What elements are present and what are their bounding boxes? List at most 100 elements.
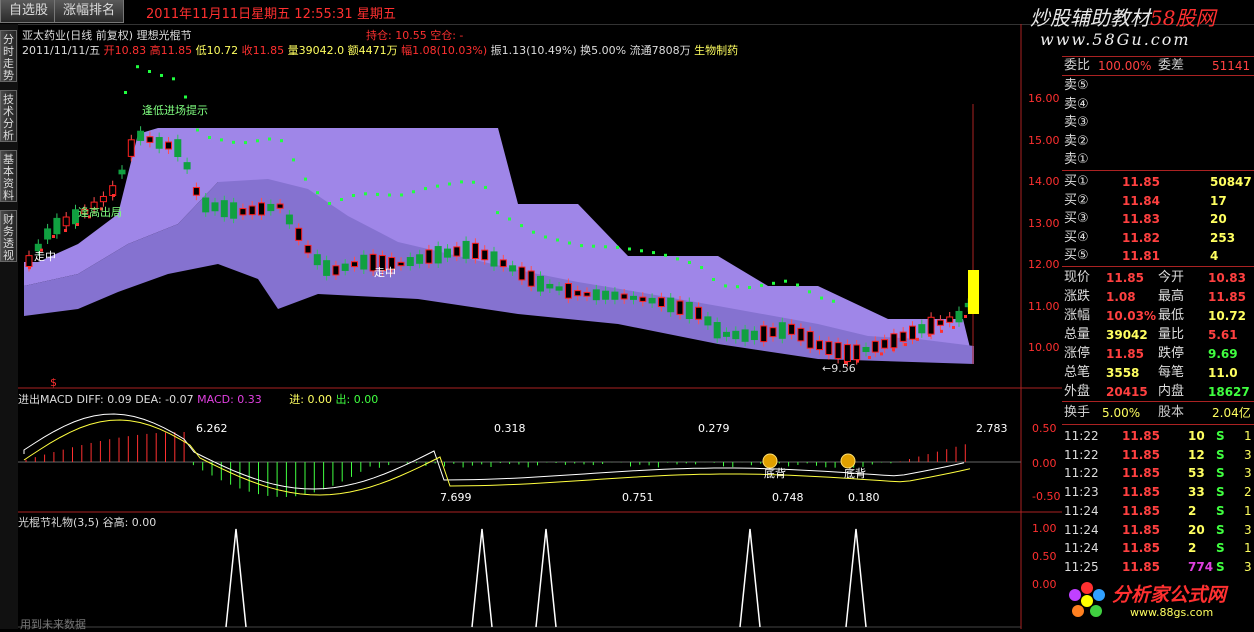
trend-dot (820, 296, 823, 300)
stats-row: 涨停 11.85 跌停 9.69 (1062, 345, 1254, 363)
candle-body (267, 203, 275, 212)
candle-body (285, 214, 293, 225)
trend-dot (220, 138, 223, 142)
tick-volume: 2 (1188, 503, 1197, 518)
trend-dot (544, 235, 547, 239)
candle-body (853, 344, 861, 361)
tick-row: 11:24 11.85 2 S 1 (1062, 539, 1254, 557)
stat-label: 现价 (1064, 270, 1091, 285)
candle-body (537, 275, 544, 292)
buy-label: 买④ (1064, 229, 1089, 245)
gift-spike (225, 528, 247, 628)
tick-count: 1 (1244, 503, 1252, 518)
candle-body (769, 327, 777, 338)
tick-price: 11.85 (1122, 503, 1160, 518)
candle-body (583, 291, 591, 297)
sidetab-fundamentals[interactable]: 基本资料 (0, 150, 17, 202)
tick-time: 11:22 (1064, 429, 1099, 443)
gift-spike (471, 528, 493, 628)
candle-body (862, 346, 870, 353)
tab-watchlist[interactable]: 自选股 (0, 0, 58, 23)
candle-body (713, 322, 721, 339)
site-logo: 分析家公式网 www.88gs.com (1064, 578, 1254, 626)
candle-body (360, 254, 368, 270)
price-tick-11: 11.00 (1028, 300, 1060, 313)
candle-body (750, 330, 758, 341)
candle-body (220, 200, 228, 218)
trend-dot (340, 198, 343, 201)
high-label: 高11.85 (149, 44, 193, 57)
candle-body (899, 331, 907, 342)
tick-count: 1 (1244, 541, 1252, 556)
entry-hint: 逢低进场提示 (142, 104, 208, 117)
trend-dot (388, 193, 391, 197)
stats-row: 涨跌 1.08 最高 11.85 (1062, 288, 1254, 306)
candle-body (732, 330, 740, 340)
trend-dot (532, 230, 535, 234)
candle-body (695, 306, 703, 320)
candle-body (918, 324, 926, 334)
candle-body (127, 139, 135, 157)
trend-dot (772, 281, 775, 285)
price-tick-13: 13.00 (1028, 217, 1060, 230)
buy-volume: 4 (1210, 249, 1219, 263)
sidetab-intraday[interactable]: 分时走势 (0, 30, 17, 82)
stat-label: 涨幅 (1064, 308, 1091, 323)
candle-body (62, 216, 70, 227)
tick-time: 11:24 (1064, 522, 1099, 537)
trend-dot (724, 284, 727, 288)
trend-dot (112, 194, 115, 197)
candle-body (239, 208, 247, 216)
buy-volume: 20 (1210, 212, 1227, 226)
tick-price: 11.85 (1122, 466, 1160, 481)
tick-time: 11:24 (1064, 541, 1099, 556)
stat-value-2: 5.61 (1208, 328, 1238, 342)
tab-gain-ranking[interactable]: 涨幅排名 (54, 0, 125, 23)
candle-body (202, 197, 210, 213)
stat-label: 总量 (1064, 327, 1091, 342)
trend-dot (316, 191, 319, 195)
candle-body (518, 266, 526, 281)
buy-row: 买④ 11.82 253 (1062, 229, 1254, 247)
macd-label-3: 0.279 (698, 422, 730, 435)
candle-body (946, 316, 954, 323)
tick-side: S (1216, 466, 1225, 481)
trend-dot (556, 238, 559, 242)
trend-dot (184, 95, 187, 99)
price-tick-15: 15.00 (1028, 134, 1060, 147)
candle-body (657, 297, 665, 308)
trend-dot (604, 245, 607, 249)
candle-body (574, 290, 582, 297)
open-label: 开10.83 (103, 44, 147, 57)
candle-body (211, 202, 219, 212)
candle-body (304, 244, 312, 254)
candle-body (25, 255, 33, 268)
candle-body (276, 203, 284, 209)
buy-price: 11.85 (1122, 175, 1160, 189)
candle-body (137, 130, 145, 141)
volume-label: 量39042.0 (287, 44, 345, 57)
candle-body (760, 325, 768, 343)
tick-side: S (1216, 503, 1225, 518)
candle-body (118, 169, 126, 175)
trend-dot (892, 348, 895, 352)
side-tabs: 分时走势 技术分析 基本资料 财务透视 (0, 24, 18, 629)
chart-area[interactable]: 亚太药业(日线 前复权) 理想光棍节 持仓: 10.55 空仓: - 2011/… (18, 24, 1062, 631)
date-label: 2011/11/11/五 (22, 44, 101, 57)
buy-price: 11.84 (1122, 193, 1160, 208)
buy-volume: 17 (1210, 193, 1227, 208)
macd-label-7: 0.748 (772, 491, 804, 504)
candle-body (248, 205, 256, 216)
tick-volume: 774 (1188, 559, 1214, 574)
candle-body (490, 251, 498, 267)
trend-dot (400, 193, 403, 197)
tick-time: 11:22 (1064, 447, 1099, 462)
diff-label: 委差 (1158, 58, 1185, 73)
gift-tick-000: 0.00 (1032, 578, 1057, 591)
sidetab-technical[interactable]: 技术分析 (0, 90, 17, 142)
ratio-label: 委比 (1064, 58, 1091, 73)
trend-dot (232, 140, 235, 144)
sidetab-financial[interactable]: 财务透视 (0, 210, 17, 262)
stats-row: 外盘 20415 内盘 18627 (1062, 383, 1254, 401)
tick-side: S (1216, 429, 1225, 443)
